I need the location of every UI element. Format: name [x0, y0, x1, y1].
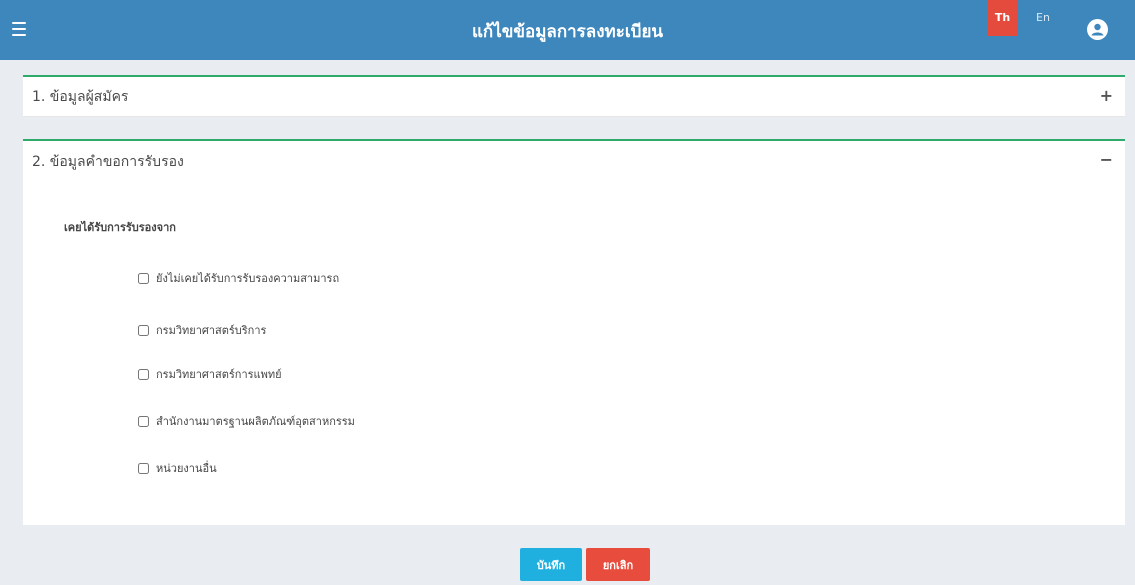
checkbox[interactable]	[138, 272, 149, 284]
top-bar: แก้ไขข้อมูลการลงทะเบียน Th En	[0, 0, 1135, 60]
option-other-agency[interactable]: หน่วยงานอื่น	[138, 459, 217, 477]
option-dss[interactable]: กรมวิทยาศาสตร์บริการ	[138, 321, 266, 339]
page-title: แก้ไขข้อมูลการลงทะเบียน	[471, 22, 664, 42]
panel-title: 2. ข้อมูลคำขอการรับรอง	[32, 153, 184, 170]
expand-icon[interactable]: +	[1100, 88, 1113, 104]
lang-en-button[interactable]: En	[1030, 0, 1056, 36]
checkbox[interactable]	[138, 324, 149, 336]
certified-by-label: เคยได้รับการรับรองจาก	[64, 221, 176, 234]
option-label: สำนักงานมาตรฐานผลิตภัณฑ์อุตสาหกรรม	[156, 415, 355, 428]
panel-header[interactable]: 2. ข้อมูลคำขอการรับรอง −	[23, 141, 1125, 182]
applicant-info-panel: 1. ข้อมูลผู้สมัคร +	[23, 75, 1125, 117]
option-label: ยังไม่เคยได้รับการรับรองความสามารถ	[156, 272, 340, 285]
collapse-icon[interactable]: −	[1100, 152, 1113, 168]
checkbox[interactable]	[138, 462, 149, 474]
option-label: กรมวิทยาศาสตร์บริการ	[156, 324, 267, 337]
option-label: กรมวิทยาศาสตร์การแพทย์	[156, 368, 282, 381]
option-dmsc[interactable]: กรมวิทยาศาสตร์การแพทย์	[138, 365, 282, 383]
certification-request-panel: 2. ข้อมูลคำขอการรับรอง − เคยได้รับการรับ…	[23, 139, 1125, 525]
option-tisi[interactable]: สำนักงานมาตรฐานผลิตภัณฑ์อุตสาหกรรม	[138, 412, 355, 430]
cancel-button[interactable]: ยกเลิก	[586, 548, 650, 581]
checkbox[interactable]	[138, 368, 149, 380]
save-button[interactable]: บันทึก	[520, 548, 582, 581]
panel-title: 1. ข้อมูลผู้สมัคร	[32, 88, 129, 105]
panel-header[interactable]: 1. ข้อมูลผู้สมัคร +	[23, 77, 1125, 117]
option-never-certified[interactable]: ยังไม่เคยได้รับการรับรองความสามารถ	[138, 269, 339, 287]
user-circle-icon[interactable]	[1087, 19, 1108, 40]
checkbox[interactable]	[138, 415, 149, 427]
lang-th-button[interactable]: Th	[988, 0, 1017, 36]
option-label: หน่วยงานอื่น	[156, 462, 217, 475]
